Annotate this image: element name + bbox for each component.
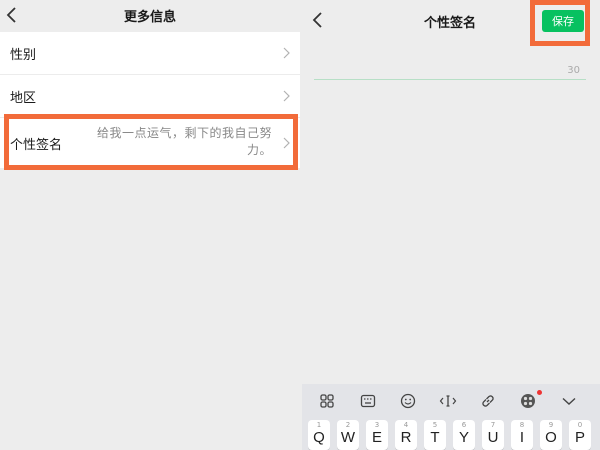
key-u[interactable]: 7U: [482, 420, 504, 450]
chevron-right-icon: [283, 90, 290, 102]
key-w[interactable]: 2W: [337, 420, 359, 450]
key-r[interactable]: 4R: [395, 420, 417, 450]
list-item-region[interactable]: 地区: [0, 75, 300, 118]
keyboard-icon[interactable]: [359, 392, 377, 410]
key-p[interactable]: 0P: [569, 420, 591, 450]
list-item-gender[interactable]: 性别: [0, 32, 300, 75]
theme-icon[interactable]: [519, 392, 537, 410]
notification-dot: [537, 390, 542, 395]
list-item-label: 性别: [10, 47, 37, 63]
key-y[interactable]: 6Y: [453, 420, 475, 450]
highlight-box-signature-row: [4, 114, 298, 170]
apps-grid-icon[interactable]: [318, 392, 336, 410]
highlight-box-save-button: [530, 0, 590, 46]
key-o[interactable]: 9O: [540, 420, 562, 450]
edit-signature-page: 个性签名 保存 30: [300, 0, 600, 450]
link-icon[interactable]: [479, 392, 497, 410]
key-t[interactable]: 5T: [424, 420, 446, 450]
key-row: 1Q 2W 3E 4R 5T 6Y 7U 8I 9O 0P: [308, 420, 600, 450]
keyboard-toolbar: [302, 384, 600, 418]
nav-bar: 更多信息: [0, 0, 300, 30]
cursor-icon[interactable]: [439, 392, 457, 410]
key-e[interactable]: 3E: [366, 420, 388, 450]
key-q[interactable]: 1Q: [308, 420, 330, 450]
collapse-chevron-icon[interactable]: [560, 392, 578, 410]
list-item-label: 地区: [10, 90, 37, 106]
emoji-icon[interactable]: [399, 392, 417, 410]
signature-input[interactable]: [314, 50, 586, 80]
more-info-page: 更多信息 性别 地区 个性签名 给我一点运气，剩下的我自己努力。: [0, 0, 300, 450]
soft-keyboard: 1Q 2W 3E 4R 5T 6Y 7U 8I 9O 0P: [302, 384, 600, 450]
char-counter: 30: [567, 65, 580, 76]
page-title: 更多信息: [123, 10, 176, 25]
key-i[interactable]: 8I: [511, 420, 533, 450]
chevron-right-icon: [283, 47, 290, 59]
